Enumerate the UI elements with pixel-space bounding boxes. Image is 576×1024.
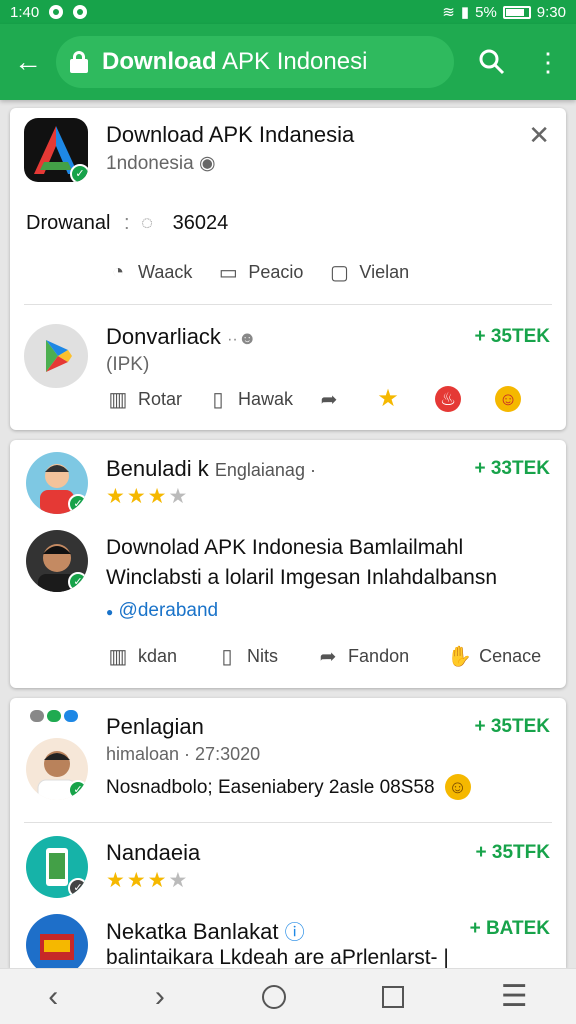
downloads-row: Drowanal : ◌ 36024 [26, 212, 229, 234]
feed-card: ✓ Penlagian + 35TEK himaloan · 27:3020 N… [10, 698, 566, 968]
post-line-1: Downolad APK Indonesia Bamlailmahl [106, 536, 464, 559]
install-badge[interactable]: + 35TFK [476, 842, 550, 864]
back-arrow-icon[interactable]: ← [0, 34, 56, 90]
status-clock: 9:30 [536, 3, 566, 21]
verified-check-icon: ✓ [68, 572, 88, 592]
action-waack[interactable]: ◔ Waack [106, 261, 192, 284]
avatar[interactable]: ✓ [26, 530, 88, 592]
install-badge[interactable]: + 33TEK [474, 458, 550, 480]
comment-icon: ▢ [329, 262, 349, 284]
globe-icon: ◉ [198, 153, 216, 174]
navigation-bar: ‹ › ☰ [0, 968, 576, 1024]
chart-icon: ▥ [108, 388, 128, 411]
smile-emoji-icon: ☺ [444, 774, 471, 800]
notification-icon [49, 5, 64, 19]
message-icon: ▭ [218, 262, 238, 284]
overflow-menu-icon[interactable]: ⋮ [520, 34, 576, 90]
install-badge[interactable]: + 35TEK [474, 326, 550, 348]
nav-home-icon[interactable] [261, 984, 286, 1009]
item-title[interactable]: Penlagian [106, 714, 204, 740]
action-rotar[interactable]: ▥ Rotar [106, 387, 182, 412]
app-region: 1ndonesia ◉ [106, 153, 216, 174]
app-avatar[interactable] [26, 914, 88, 968]
chat-bubble-icon: ◔ [111, 261, 125, 283]
nav-menu-icon[interactable]: ☰ [501, 979, 528, 1014]
nav-recents-icon[interactable] [382, 985, 405, 1008]
wifi-icon: ≋ [442, 4, 455, 21]
status-time: 1:40 [10, 3, 40, 21]
avatar[interactable]: ✓ [26, 452, 88, 514]
action-hawak[interactable]: ▯ Hawak [206, 387, 294, 412]
post-actions: ▥ kdan ▯ Nits ➦ Fandon ✋ Cenace [106, 644, 542, 669]
action-kdan[interactable]: ▥ kdan [106, 644, 178, 669]
item-title[interactable]: Nandaeia [106, 840, 200, 866]
signal-icon: ▮ [460, 4, 470, 21]
user-name[interactable]: Benuladi k Englaianag · [106, 456, 316, 482]
post-handle[interactable]: ● @deraband [106, 600, 218, 622]
row-type: (IPK) [106, 354, 150, 375]
action-peacio[interactable]: ▭ Peacio [216, 260, 304, 285]
lock-icon [70, 51, 88, 73]
action-fandon[interactable]: ➦ Fandon [316, 644, 409, 669]
app-avatar[interactable]: ✓ [26, 836, 88, 898]
verified-check-icon: ✓ [68, 878, 88, 898]
app-title[interactable]: Download APK Indanesia [106, 122, 354, 148]
star-icon[interactable]: ★ [375, 386, 401, 412]
item-meta: himaloan · 27:3020 [106, 744, 261, 764]
app-icon[interactable]: ✓ [24, 118, 88, 182]
link-icon: ● [106, 605, 114, 619]
rating-stars: ★★★★ [106, 485, 190, 508]
nav-back-icon[interactable]: ‹ [48, 980, 58, 1014]
avatar[interactable]: ✓ [26, 738, 88, 800]
laugh-emoji-icon[interactable]: ☺ [495, 386, 522, 412]
search-icon[interactable] [464, 34, 520, 90]
verified-check-icon: ✓ [68, 494, 88, 514]
action-nits[interactable]: ▯ Nits [215, 644, 279, 669]
battery-percent: 5% [475, 3, 497, 21]
share-icon[interactable]: ➦ [317, 387, 341, 412]
featured-actions: ◔ Waack ▭ Peacio ▢ Vielan [106, 260, 409, 285]
action-vielan[interactable]: ▢ Vielan [327, 260, 409, 285]
featured-card: ✓ Download APK Indanesia 1ndonesia ◉ ✕ D… [10, 108, 566, 430]
post-line-2: Winclabsti a lolaril Imgesan Inlahdalban… [106, 566, 498, 589]
install-badge[interactable]: + 35TEK [474, 716, 550, 738]
pager-dots [30, 710, 78, 722]
thumbs-up-icon: ▯ [221, 646, 233, 668]
close-icon[interactable]: ✕ [528, 120, 550, 151]
battery-icon [502, 5, 531, 19]
rating-stars: ★★★★ [106, 869, 190, 892]
row-actions: ▥ Rotar ▯ Hawak ➦ ★ ♨ ☺ [106, 386, 522, 412]
toolbar: ← Download APK Indonesi ⋮ [0, 24, 576, 100]
hand-icon: ✋ [447, 646, 473, 668]
url-text: Download APK Indonesi [102, 48, 368, 75]
nav-forward-icon[interactable]: › [155, 980, 165, 1014]
share-icon: ➦ [319, 646, 337, 668]
download-icon: ◌ [141, 212, 154, 234]
thumbs-up-icon: ▯ [212, 388, 224, 411]
row-title[interactable]: Donvarliack ··☻ [106, 324, 257, 350]
status-bar: 1:40 ≋ ▮ 5% 9:30 [0, 0, 576, 24]
verified-check-icon: ✓ [70, 164, 88, 182]
notification-icon [73, 5, 88, 19]
post-card: ✓ Benuladi k Englaianag · + 33TEK ★★★★ ✓… [10, 440, 566, 688]
action-cenace[interactable]: ✋ Cenace [447, 644, 541, 669]
emoji-icon: ☻ [237, 328, 257, 348]
fire-icon[interactable]: ♨ [435, 386, 462, 412]
item-text: balintaikara Lkdeah are aPrlenlarst- | [106, 946, 449, 968]
play-store-icon[interactable] [24, 324, 88, 388]
item-text: Nosnadbolo; Easeniabery 2asle 08S58 ☺ [106, 774, 471, 800]
chart-icon: ▥ [108, 646, 128, 668]
item-title[interactable]: Nekatka Banlakat ⓘ [106, 916, 305, 945]
verified-check-icon: ✓ [68, 780, 88, 800]
url-bar[interactable]: Download APK Indonesi [56, 36, 454, 88]
info-icon: ⓘ [284, 922, 305, 944]
install-badge[interactable]: + BATEK [470, 918, 550, 940]
